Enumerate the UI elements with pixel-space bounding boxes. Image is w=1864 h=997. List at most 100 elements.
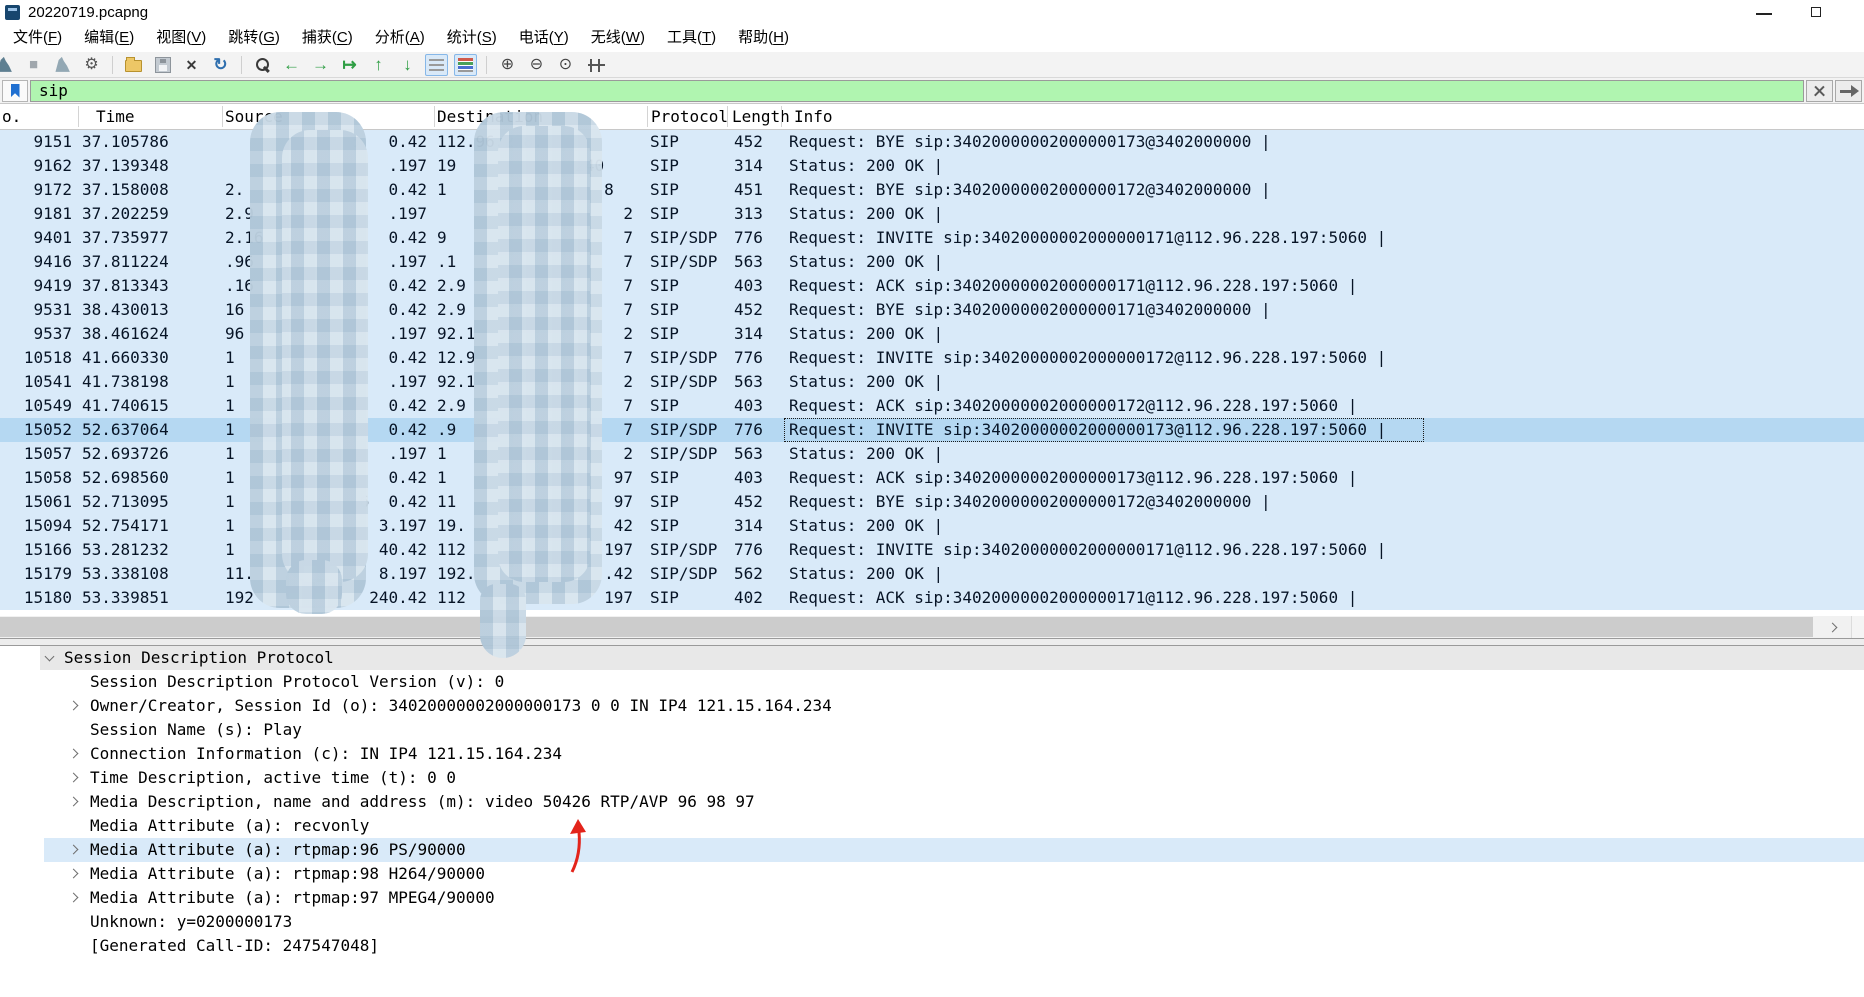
go-forward-icon[interactable]: → (309, 54, 332, 76)
menu-item[interactable]: 统计(S) (436, 25, 508, 51)
menu-item[interactable]: 捕获(C) (291, 25, 364, 51)
detail-row[interactable]: Owner/Creator, Session Id (o): 340200000… (0, 694, 1864, 718)
cell-time: 37.158008 (82, 180, 169, 199)
cell-time: 52.698560 (82, 468, 169, 487)
chevron-right-icon[interactable] (68, 772, 79, 783)
go-first-icon: ↑ (374, 55, 383, 74)
detail-row[interactable]: Media Description, name and address (m):… (0, 790, 1864, 814)
detail-row[interactable]: Session Description Protocol Version (v)… (0, 670, 1864, 694)
filter-clear-button[interactable] (1806, 79, 1833, 102)
detail-text: Session Description Protocol Version (v)… (90, 672, 505, 691)
menu-item[interactable]: 编辑(E) (73, 25, 145, 51)
column-header-protocol[interactable]: Protocol (651, 106, 728, 128)
resize-columns-icon[interactable] (583, 54, 606, 76)
menu-item[interactable]: 视图(V) (145, 25, 217, 51)
column-separator[interactable] (727, 106, 728, 127)
reload-file-icon[interactable]: ↻ (209, 54, 232, 76)
zoom-reset-icon[interactable]: ⊙ (554, 54, 577, 76)
menu-item[interactable]: 电话(Y) (508, 25, 580, 51)
colorize-icon[interactable] (454, 53, 477, 76)
capture-stop-icon[interactable]: ■ (22, 54, 45, 76)
toolbar-separator (486, 55, 487, 74)
chevron-right-icon[interactable] (68, 700, 79, 711)
close-file-icon[interactable]: ✕ (180, 54, 203, 76)
chevron-right-icon[interactable] (68, 868, 79, 879)
detail-row[interactable]: [Generated Call-ID: 247547048] (0, 934, 1864, 958)
column-separator[interactable] (434, 106, 435, 127)
auto-scroll-icon[interactable] (425, 53, 448, 76)
cell-proto: SIP/SDP (650, 372, 718, 391)
detail-text: Connection Information (c): IN IP4 121.1… (90, 744, 563, 763)
detail-row[interactable]: Time Description, active time (t): 0 0 (0, 766, 1864, 790)
cell-no: 9401 (33, 228, 72, 247)
open-file-icon[interactable] (122, 54, 145, 76)
chevron-right-icon[interactable] (68, 892, 79, 903)
zoom-out-icon[interactable]: ⊖ (525, 54, 548, 76)
go-forward-icon: → (312, 55, 329, 74)
go-back-icon[interactable]: ← (280, 54, 303, 76)
cell-no: 15061 (23, 492, 72, 511)
column-separator[interactable] (222, 106, 223, 127)
column-header-no[interactable]: o. (2, 106, 21, 128)
detail-row[interactable]: Unknown: y=0200000173 (0, 910, 1864, 934)
filter-bookmark-button[interactable] (2, 79, 28, 102)
detail-row[interactable]: Connection Information (c): IN IP4 121.1… (0, 742, 1864, 766)
chevron-right-icon[interactable] (68, 844, 79, 855)
cell-len: 776 (734, 540, 763, 559)
horizontal-scrollbar[interactable] (0, 616, 1864, 638)
filter-apply-button[interactable] (1835, 79, 1862, 102)
column-separator[interactable] (78, 106, 79, 127)
detail-row[interactable]: Media Attribute (a): rtpmap:96 PS/90000 (0, 838, 1864, 862)
capture-options-icon[interactable]: ⚙ (80, 54, 103, 76)
cell-no: 10549 (23, 396, 72, 415)
capture-restart-icon[interactable] (51, 54, 74, 76)
detail-row[interactable]: Media Attribute (a): recvonly (0, 814, 1864, 838)
zoom-in-icon[interactable]: ⊕ (496, 54, 519, 76)
menu-item[interactable]: 工具(T) (656, 25, 727, 51)
display-filter-input[interactable]: sip (30, 79, 1804, 102)
pane-splitter[interactable] (0, 638, 1864, 646)
cell-len: 313 (734, 204, 763, 223)
detail-row[interactable]: Session Description Protocol (0, 646, 1864, 670)
cell-len: 403 (734, 468, 763, 487)
minimize-button[interactable] (1740, 0, 1786, 24)
cell-no: 9162 (33, 156, 72, 175)
cell-info: Status: 200 OK | (789, 516, 944, 535)
column-header-info[interactable]: Info (794, 106, 833, 128)
go-first-icon[interactable]: ↑ (367, 54, 390, 76)
menu-item[interactable]: 无线(W) (580, 25, 656, 51)
chevron-right-icon[interactable] (68, 796, 79, 807)
cell-time: 41.740615 (82, 396, 169, 415)
column-separator[interactable] (647, 106, 648, 127)
restore-button[interactable] (1794, 0, 1840, 24)
capture-start-icon[interactable] (0, 54, 16, 76)
scroll-right-button[interactable] (1813, 616, 1851, 638)
cell-no: 9181 (33, 204, 72, 223)
menu-item[interactable]: 帮助(H) (727, 25, 800, 51)
cell-len: 451 (734, 180, 763, 199)
menu-item[interactable]: 文件(F) (2, 25, 73, 51)
detail-row[interactable]: Session Name (s): Play (0, 718, 1864, 742)
cell-len: 403 (734, 276, 763, 295)
scrollbar-thumb[interactable] (0, 617, 1813, 637)
colorize-icon (458, 58, 473, 72)
restore-icon (1811, 3, 1826, 17)
detail-row[interactable]: Media Attribute (a): rtpmap:97 MPEG4/900… (0, 886, 1864, 910)
chevron-right-icon[interactable] (68, 748, 79, 759)
cell-info: Request: ACK sip:34020000002000000173@11… (789, 468, 1358, 487)
menu-item[interactable]: 分析(A) (364, 25, 436, 51)
column-separator[interactable] (781, 106, 782, 127)
menu-item[interactable]: 跳转(G) (217, 25, 291, 51)
go-last-icon[interactable]: ↓ (396, 54, 419, 76)
cell-len: 402 (734, 588, 763, 607)
chevron-down-icon[interactable] (44, 651, 55, 662)
cell-info: Request: INVITE sip:34020000002000000172… (789, 348, 1387, 367)
detail-text: Media Attribute (a): rtpmap:96 PS/90000 (90, 840, 466, 859)
detail-row[interactable]: Media Attribute (a): rtpmap:98 H264/9000… (0, 862, 1864, 886)
go-to-packet-icon: ↦ (342, 55, 357, 74)
capture-stop-icon: ■ (28, 56, 39, 73)
column-header-time[interactable]: Time (96, 106, 135, 128)
save-file-icon[interactable] (151, 54, 174, 76)
go-to-packet-icon[interactable]: ↦ (338, 54, 361, 76)
find-packet-icon[interactable] (251, 54, 274, 76)
